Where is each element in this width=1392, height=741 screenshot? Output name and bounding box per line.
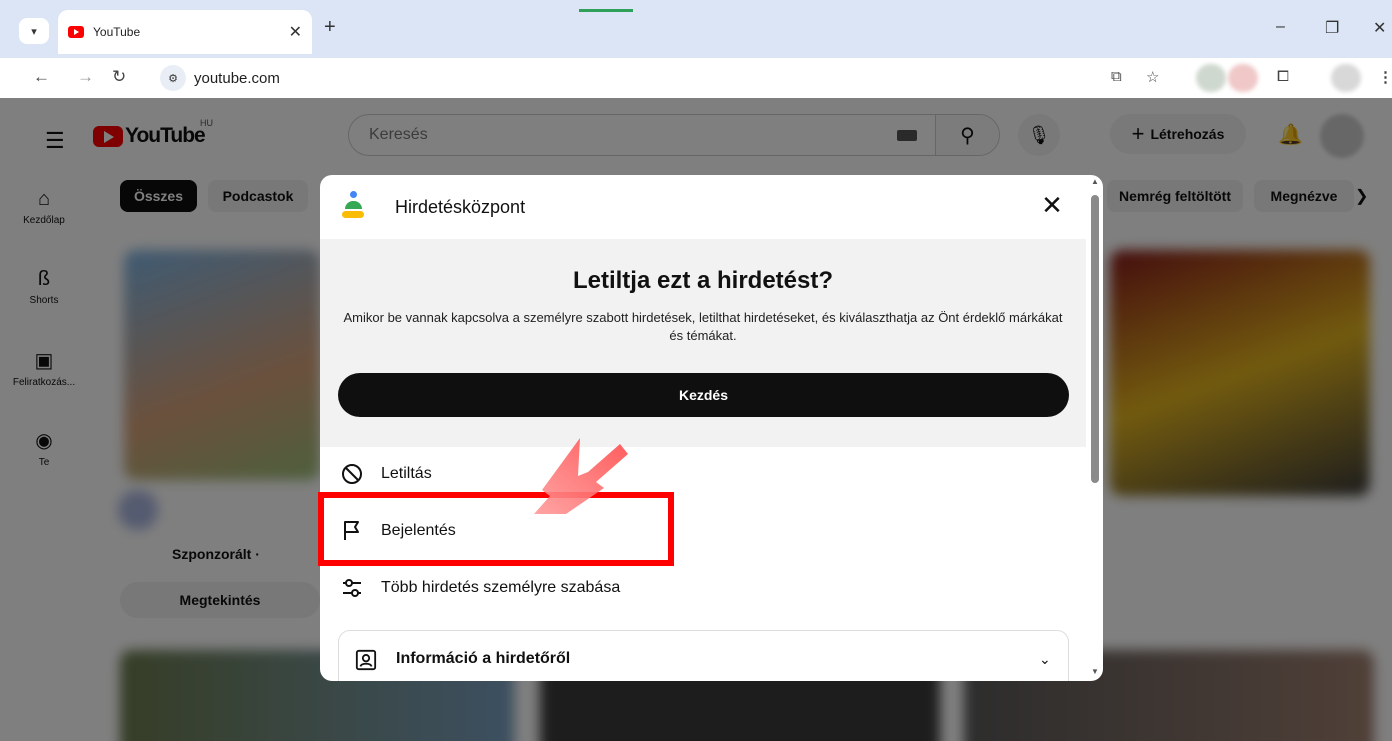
option-label: Letiltás [381,465,432,482]
browser-tabbar: ▾ YouTube ✕ + – ❐ ✕ [0,0,1392,58]
dialog-scrollbar[interactable] [1091,195,1099,483]
new-tab-icon[interactable]: + [324,16,336,39]
tab-title: YouTube [93,25,141,39]
dialog-header: Hirdetésközpont ✕ [320,175,1103,239]
youtube-favicon-icon [68,26,84,38]
close-icon[interactable]: ✕ [289,22,302,42]
restore-icon[interactable]: ❐ [1325,18,1339,38]
site-info-icon[interactable]: ⚙ [160,65,186,91]
reload-icon[interactable]: ↻ [112,67,126,87]
omnibox[interactable]: ⚙ youtube.com [150,62,1180,94]
extensions-icon[interactable]: ⧠ [1277,68,1289,85]
chevron-down-icon[interactable]: ⌄ [1039,651,1051,668]
dialog-title: Hirdetésközpont [395,197,526,217]
advertiser-info-label: Információ a hirdetőről [396,650,571,667]
tab-youtube[interactable]: YouTube ✕ [58,10,312,54]
back-icon[interactable]: ← [33,67,50,87]
arrow-annotation-icon [534,438,628,514]
scroll-down-icon[interactable]: ▼ [1091,667,1099,676]
profile-avatar[interactable] [1331,64,1361,92]
tab-group-indicator [579,9,633,12]
kebab-menu-icon[interactable]: ⋮ [1378,68,1392,86]
tab-search-button[interactable]: ▾ [19,18,49,44]
address-bar-row: ← → ↻ ⚙ youtube.com ⧉ ☆ ⧠ ⋮ [0,58,1392,98]
ad-center-dialog: Hirdetésközpont ✕ Letiltja ezt a hirdeté… [320,175,1103,681]
option-customize-ads[interactable]: Több hirdetés személyre szabása [320,563,1086,613]
close-icon[interactable]: ✕ [1038,190,1066,220]
extension-blurred[interactable] [1196,64,1226,92]
minimize-icon[interactable]: – [1276,18,1285,36]
start-button[interactable]: Kezdés [338,373,1069,417]
option-label: Több hirdetés személyre szabása [381,579,621,596]
ads-center-logo-icon [342,191,364,223]
tune-icon [343,579,361,597]
bookmark-star-icon[interactable]: ☆ [1146,68,1159,86]
close-window-icon[interactable]: ✕ [1373,18,1386,38]
block-ad-description: Amikor be vannak kapcsolva a személyre s… [343,310,1063,343]
forward-icon[interactable]: → [77,67,94,87]
chevron-down-icon: ▾ [31,25,37,38]
advertiser-info-card[interactable]: Információ a hirdetőről ⌄ [338,630,1069,681]
extension-blurred[interactable] [1228,64,1258,92]
cast-icon[interactable]: ⧉ [1111,68,1122,85]
block-icon [342,464,362,484]
block-ad-heading: Letiltja ezt a hirdetést? [572,267,834,294]
url-text: youtube.com [194,69,280,87]
person-card-icon [355,649,377,671]
scroll-up-icon[interactable]: ▲ [1091,177,1099,186]
